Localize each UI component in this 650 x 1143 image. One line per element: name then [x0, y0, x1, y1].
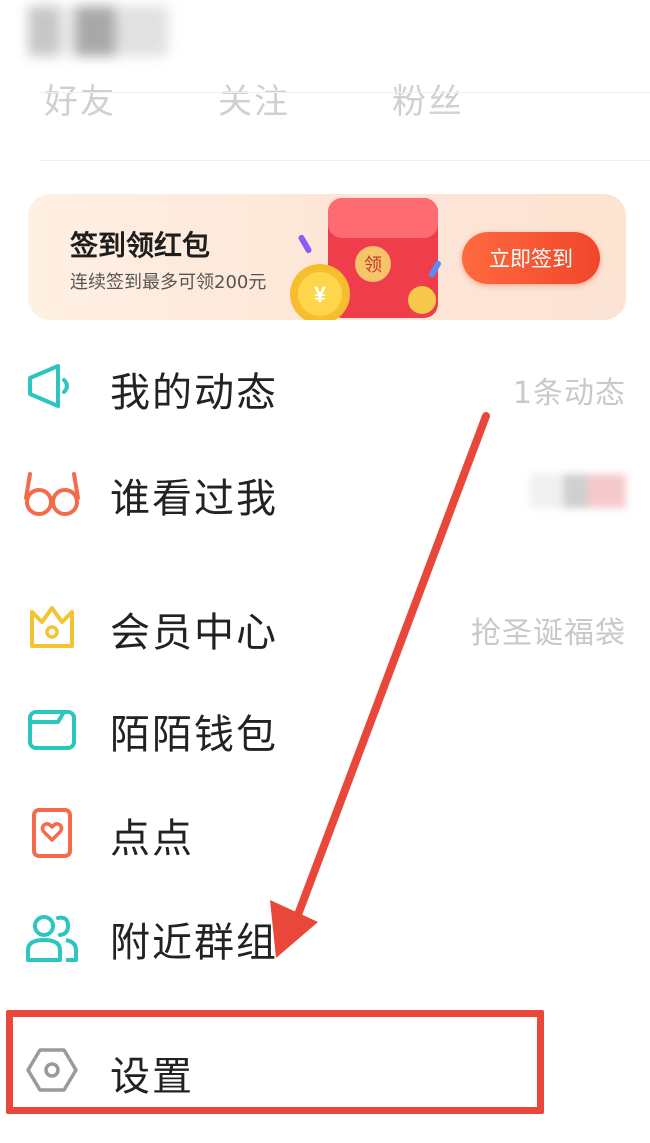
annotation-arrow [270, 412, 490, 958]
